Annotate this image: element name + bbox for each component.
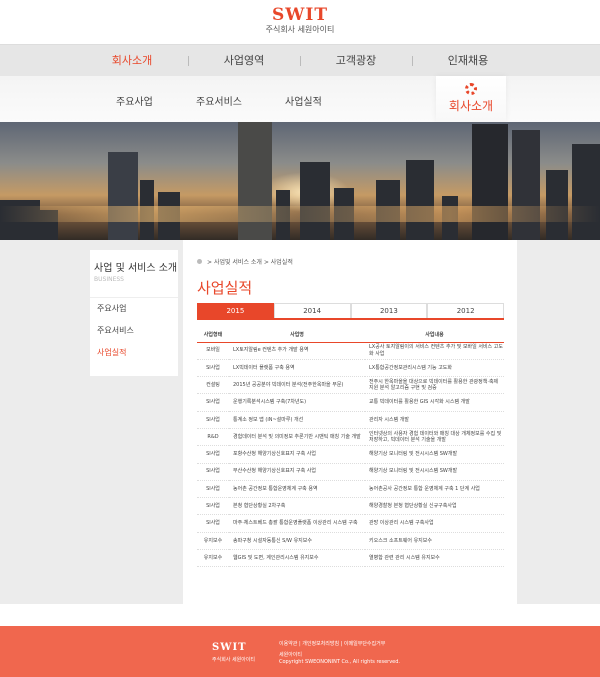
cell-name: 송파구청 시설자동통신 S/W 유지보수	[229, 532, 365, 551]
site-header: SWIT 주식회사 세원아이티	[0, 0, 600, 44]
cell-type: SI사업	[197, 445, 229, 464]
page-title: 사업실적	[197, 279, 253, 297]
side-menu-subtitle: BUSINESS	[94, 276, 124, 283]
section-indicator: 회사소개	[436, 76, 506, 122]
table-row: SI사업 LX빅데이터 플랫폼 구축 용역 LX통합공간정보관리시스템 기능 고도화	[197, 359, 504, 378]
tab-2014[interactable]: 2014	[273, 303, 351, 318]
table-row: SI사업 부산수산청 해양기상신호표지 구축 사업 해양기상 모니터링 및 전시시스…	[197, 463, 504, 481]
side-menu: 사업 및 서비스 소개 BUSINESS 주요사업 주요서비스 사업실적	[90, 250, 178, 376]
side-menu-main-business[interactable]: 주요사업	[90, 298, 178, 320]
subnav-main-business[interactable]: 주요사업	[116, 93, 153, 108]
breadcrumb: > 사업및 서비스 소개 > 사업실적	[197, 257, 293, 266]
footer-logo: SWIT	[212, 642, 247, 653]
tab-2013[interactable]: 2013	[350, 303, 428, 318]
tab-2012[interactable]: 2012	[427, 303, 504, 318]
gnb-company[interactable]: 회사소개	[76, 45, 188, 76]
column-header-type: 사업형태	[197, 328, 229, 343]
cell-type: SI사업	[197, 497, 229, 516]
table-row: SI사업 농어촌 공간정보 통합운영체계 구축 용역 농어촌공사 공간정보 통합 운…	[197, 480, 504, 499]
section-title: 회사소개	[448, 99, 494, 113]
gnb-business[interactable]: 사업영역	[188, 45, 300, 76]
cell-type: SI사업	[197, 411, 229, 429]
cell-name: 웹GIS 및 도면, 계인관리시스템 유지보수	[229, 549, 365, 568]
cell-name: 부산수산청 해양기상신호표지 구축 사업	[229, 463, 365, 481]
footer-links[interactable]: 이용약관 | 개인정보처리방침 | 이메일무단수집거부	[279, 640, 385, 647]
breadcrumb-current: 사업실적	[270, 259, 293, 266]
cell-name: 마주·체스트베드 총괄 통합운영플랫폼 이상관리 시스템 구축	[229, 514, 365, 533]
cell-content: 열병합 관련 관리 시스템 유지보수	[365, 549, 504, 568]
column-header-name: 사업명	[229, 328, 365, 343]
cell-content: 관리자 시스템 개발	[365, 411, 504, 429]
cell-type: SI사업	[197, 514, 229, 533]
content-area: 사업 및 서비스 소개 BUSINESS 주요사업 주요서비스 사업실적 > 사…	[0, 240, 600, 604]
cell-content: LX공사 토지알림이의 서비스 컨텐츠 추가 및 모바일 서비스 고도화 사업	[365, 342, 504, 360]
cell-name: 경험데이터 분석 및 의미정보 추론기반 시맨틱 매칭 기술 개발	[229, 428, 365, 447]
cell-content: LX통합공간정보관리시스템 기능 고도화	[365, 359, 504, 378]
cell-type: SI사업	[197, 463, 229, 481]
cell-name: 본청 협단상황실 2차구축	[229, 497, 365, 516]
cell-name: LX빅데이터 플랫폼 구축 용역	[229, 359, 365, 378]
table-row: SI사업 포항수산청 해양기상신호표지 구축 사업 해양기상 모니터링 및 전시시스…	[197, 445, 504, 464]
table-row: R&D 경험데이터 분석 및 의미정보 추론기반 시맨틱 매칭 기술 개발 인터넷상…	[197, 428, 504, 447]
cell-type: SI사업	[197, 480, 229, 499]
breadcrumb-section[interactable]: 사업및 서비스 소개	[214, 259, 262, 266]
side-menu-main-services[interactable]: 주요서비스	[90, 320, 178, 342]
side-menu-title: 사업 및 서비스 소개	[94, 263, 178, 274]
column-header-content: 사업내용	[365, 328, 504, 343]
subnav-performance[interactable]: 사업실적	[285, 93, 322, 108]
cell-content: 농어촌공사 공간정보 통합 운영체계 구축 1 단계 사업	[365, 480, 504, 499]
cell-type: 유지보수	[197, 532, 229, 551]
table-row: 모바일 LX토지알림e 컨텐츠 추가 개발 용역 LX공사 토지알림이의 서비스 컨…	[197, 342, 504, 360]
table-row: SI사업 운행기록분석시스템 구축(7차년도) 교통 빅데이터를 활용한 GIS 시…	[197, 393, 504, 412]
gnb-customer[interactable]: 고객광장	[300, 45, 412, 76]
city-lights	[0, 206, 600, 222]
cell-content: 해양기상 모니터링 및 전시시스템 SW개발	[365, 463, 504, 481]
cell-type: 컨설팅	[197, 376, 229, 395]
footer-company-name: 세원아이티	[279, 652, 303, 658]
cell-content: 해양기상 모니터링 및 전시시스템 SW개발	[365, 445, 504, 464]
cell-content: 키오스크 소프트웨어 유지보수	[365, 532, 504, 551]
tab-2015[interactable]: 2015	[197, 303, 274, 318]
table-row: SI사업 통계소 정보 앱 (iN~설마루) 개선 관리자 시스템 개발	[197, 411, 504, 429]
city-banner	[0, 122, 600, 240]
gnb-recruit[interactable]: 인재채용	[412, 45, 524, 76]
global-nav: 회사소개 사업영역 고객광장 인재채용	[0, 44, 600, 76]
flower-icon	[465, 83, 477, 95]
site-logo[interactable]: SWIT	[0, 0, 600, 24]
year-tabs: 2015 2014 2013 2012	[197, 303, 504, 320]
table-row: 유지보수 웹GIS 및 도면, 계인관리시스템 유지보수 열병합 관련 관리 시스템…	[197, 549, 504, 568]
home-icon[interactable]	[197, 259, 202, 264]
footer-copyright: Copyright SWEONONINT Co., All rights res…	[279, 659, 401, 665]
cell-name: 농어촌 공간정보 통합운영체계 구축 용역	[229, 480, 365, 499]
cell-name: 운행기록분석시스템 구축(7차년도)	[229, 393, 365, 412]
cell-type: SI사업	[197, 359, 229, 378]
side-menu-performance[interactable]: 사업실적	[90, 342, 178, 364]
cell-type: SI사업	[197, 393, 229, 412]
table-row: SI사업 본청 협단상황실 2차구축 해양경찰청 본청 협단상황실 신규구축사업	[197, 497, 504, 516]
sub-nav: 주요사업 주요서비스 사업실적 회사소개	[0, 76, 600, 122]
table-row: SI사업 마주·체스트베드 총괄 통합운영플랫폼 이상관리 시스템 구축 관망 이상…	[197, 514, 504, 533]
site-logo-sub: 주식회사 세원아이티	[265, 25, 335, 34]
main-panel: > 사업및 서비스 소개 > 사업실적 사업실적 2015 2014 2013 …	[183, 240, 517, 604]
subnav-main-services[interactable]: 주요서비스	[196, 93, 242, 108]
cell-type: R&D	[197, 428, 229, 447]
site-footer: SWIT 주식회사 세원아이티 이용약관 | 개인정보처리방침 | 이메일무단수…	[0, 626, 600, 677]
cell-type: 유지보수	[197, 549, 229, 568]
cell-content: 해양경찰청 본청 협단상황실 신규구축사업	[365, 497, 504, 516]
cell-name: 통계소 정보 앱 (iN~설마루) 개선	[229, 411, 365, 429]
table-row: 유지보수 송파구청 시설자동통신 S/W 유지보수 키오스크 소프트웨어 유지보수	[197, 532, 504, 551]
table-row: 컨설팅 2015년 공공분야 빅데이터 분석(전주한옥마을 부문) 전주시 한옥마을…	[197, 376, 504, 395]
cell-name: 포항수산청 해양기상신호표지 구축 사업	[229, 445, 365, 464]
footer-logo-sub: 주식회사 세원아이티	[212, 657, 255, 663]
cell-content: 교통 빅데이터를 활용한 GIS 시각화 시스템 개발	[365, 393, 504, 412]
cell-content: 관망 이상관리 시스템 구축사업	[365, 514, 504, 533]
cell-name: 2015년 공공분야 빅데이터 분석(전주한옥마을 부문)	[229, 376, 365, 395]
cell-content: 전주시 한옥마을을 대상으로 빅데이터를 활용한 관광정책·축제 지원 분석 알…	[365, 376, 504, 395]
performance-table: 사업형태 사업명 사업내용 모바일 LX토지알림e 컨텐츠 추가 개발 용역 LX공…	[197, 328, 504, 568]
cell-content: 인터넷상의 사용자 경험 데이터와 매칭 대상 개체정보를 수집 및 저장하고,…	[365, 428, 504, 447]
cell-type: 모바일	[197, 342, 229, 360]
cell-name: LX토지알림e 컨텐츠 추가 개발 용역	[229, 342, 365, 360]
